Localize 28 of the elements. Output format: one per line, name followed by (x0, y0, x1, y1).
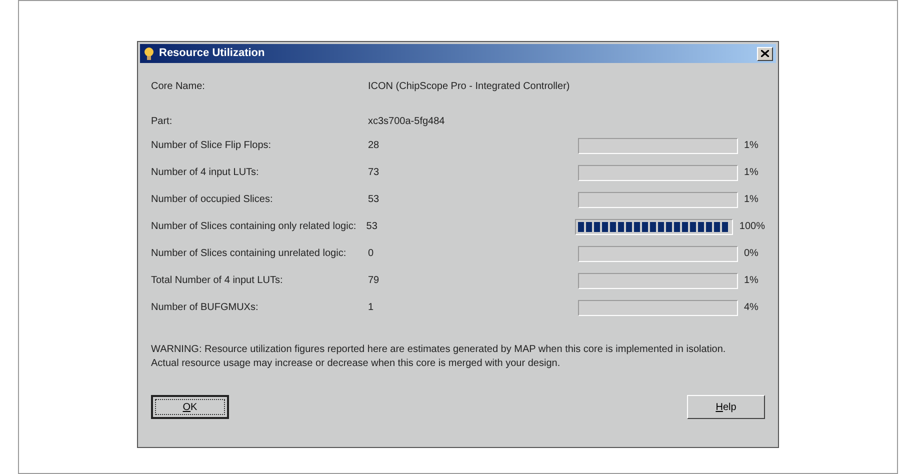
percent-reading: 1% (744, 193, 758, 207)
row-value: 53 (368, 193, 380, 207)
part-value: xc3s700a-5fg484 (368, 114, 445, 128)
core-name-label: Core Name: (151, 80, 206, 94)
part-label: Part: (151, 114, 174, 128)
window-title: Resource Utilization (159, 46, 265, 62)
percent-reading: 1% (744, 166, 758, 180)
row-value: 53 (366, 220, 378, 234)
warning-text: Actual resource usage may increase or decrease when this core is merged with your design. (151, 357, 562, 371)
percent-reading: 0% (744, 247, 758, 261)
row-label: Number of Slices containing only related logic: (151, 220, 358, 234)
row-label: Number of occupied Slices: (151, 193, 274, 207)
percent-reading: 100% (739, 220, 765, 234)
row-value: 79 (368, 274, 380, 288)
row-value: 1 (368, 301, 375, 315)
row-value: 28 (368, 139, 380, 153)
row-value: 0 (368, 247, 375, 261)
core-name-value: ICON (ChipScope Pro - Integrated Controller) (368, 80, 570, 94)
percent-reading: 1% (744, 139, 758, 153)
warning-text: WARNING: Resource utilization figures reported here are estimates generated by MAP when this core is implemented in isolation. (151, 343, 727, 357)
row-label: Number of BUFGMUXs: (151, 301, 260, 315)
row-label: Number of Slices containing unrelated logic: (151, 247, 348, 261)
row-label: Number of Slice Flip Flops: (151, 139, 272, 153)
row-value: 73 (368, 166, 380, 180)
row-label: Number of 4 input LUTs: (151, 166, 260, 180)
row-label: Total Number of 4 input LUTs: (151, 274, 284, 288)
percent-reading: 4% (744, 301, 758, 315)
percent-reading: 1% (744, 274, 758, 288)
